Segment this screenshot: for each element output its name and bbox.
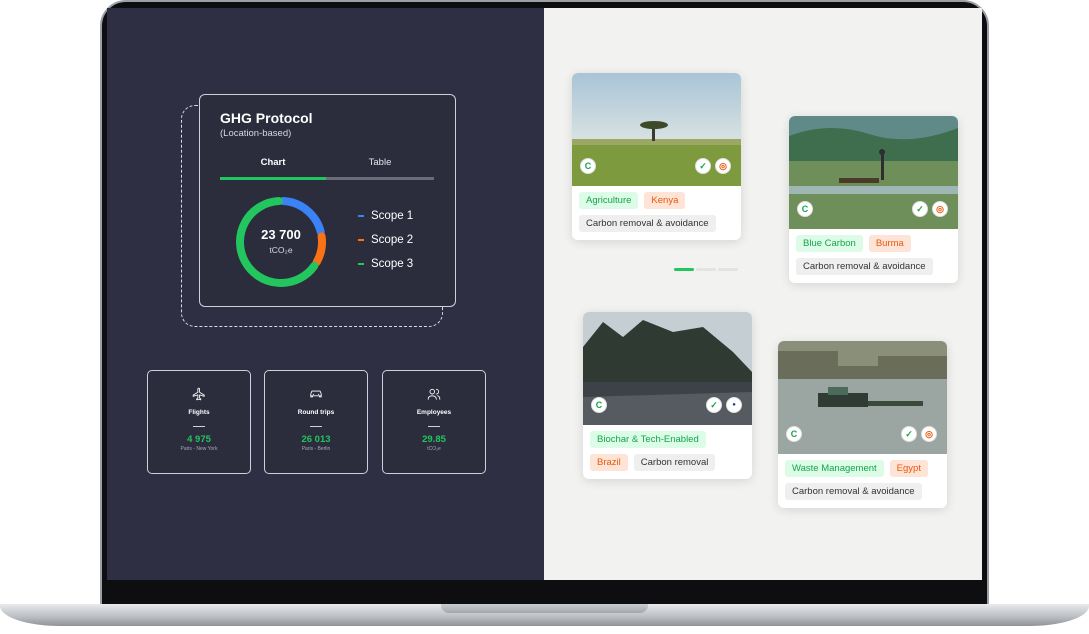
tab-chart[interactable]: Chart (220, 157, 326, 168)
stat-card-employees: Employees 29.85 tCO₂e (382, 370, 486, 474)
stat-label: Round trips (297, 409, 335, 416)
tab-indicator-active (220, 177, 326, 180)
type-tag: Carbon removal & avoidance (785, 483, 922, 500)
category-tag: Biochar & Tech-Enabled (590, 431, 706, 448)
stat-subtext: Paris - New York (180, 446, 218, 452)
carousel-dot[interactable] (718, 268, 738, 271)
tag-row: Agriculture Kenya (579, 192, 734, 209)
verified-check-icon: ✓ (706, 397, 722, 413)
project-tags: Biochar & Tech-Enabled Brazil Carbon rem… (583, 425, 752, 479)
category-tag: Blue Carbon (796, 235, 863, 252)
ghg-subtitle: (Location-based) (220, 128, 292, 139)
carbon-logo-icon: C (580, 158, 596, 174)
stat-card-round-trips: Round trips 26 013 Paris - Berlin (264, 370, 368, 474)
stat-value: 29.85 (422, 434, 446, 445)
donut-slice-scope-3 (236, 197, 319, 287)
carbon-logo-icon: C (797, 201, 813, 217)
legend-label: Scope 1 (371, 210, 414, 222)
stat-subtext: tCO₂e (427, 446, 441, 452)
legend-scope-2: Scope 2 (358, 234, 413, 246)
donut-total-unit: tCO₂e (269, 245, 293, 255)
users-icon (427, 388, 441, 400)
legend-marker-scope-1 (358, 215, 364, 217)
tag-row: Carbon removal & avoidance (579, 215, 734, 232)
tag-row: Waste Management Egypt (785, 460, 940, 477)
carousel-pagination (674, 268, 738, 271)
project-card[interactable]: C ✓ ◎ Blue Carbon Burma Carbon removal &… (789, 116, 958, 283)
type-tag: Carbon removal & avoidance (796, 258, 933, 275)
tab-table[interactable]: Table (326, 157, 434, 168)
stat-divider (310, 426, 322, 427)
stat-divider (428, 426, 440, 427)
verified-check-icon: ✓ (901, 426, 917, 442)
stat-value: 4 975 (187, 434, 211, 445)
laptop-notch (441, 604, 648, 613)
project-card[interactable]: C ✓ ◎ Waste Management Egypt Carbon remo… (778, 341, 947, 508)
stat-label: Employees (416, 409, 452, 416)
laptop-screen: GHG Protocol (Location-based) Chart Tabl… (107, 8, 982, 580)
tab-indicator (220, 177, 434, 180)
sdg-wheel-icon: ◎ (932, 201, 948, 217)
stat-label: Flights (188, 409, 210, 416)
laptop-mockup: GHG Protocol (Location-based) Chart Tabl… (0, 0, 1089, 634)
tag-row: Carbon removal & avoidance (785, 483, 940, 500)
tag-row: Brazil Carbon removal (590, 454, 745, 471)
country-tag: Kenya (644, 192, 686, 209)
car-icon (310, 390, 322, 398)
legend-label: Scope 3 (371, 258, 414, 270)
project-card[interactable]: C ✓ ◎ Agriculture Kenya Carbon removal &… (572, 73, 741, 240)
ghg-title: GHG Protocol (220, 110, 313, 126)
airplane-icon (192, 387, 205, 401)
sdg-wheel-icon: ◎ (715, 158, 731, 174)
project-image-river: C ✓ ◎ (778, 341, 947, 454)
legend-label: Scope 2 (371, 234, 414, 246)
legend-scope-1: Scope 1 (358, 210, 413, 222)
verified-check-icon: ✓ (695, 158, 711, 174)
project-image-lake: C ✓ ◎ (789, 116, 958, 229)
dashboard-panel: GHG Protocol (Location-based) Chart Tabl… (107, 8, 544, 580)
project-card[interactable]: C ✓ ● Biochar & Tech-Enabled Brazil Carb… (583, 312, 752, 479)
donut-total-value: 23 700 (261, 227, 301, 242)
ghg-card: GHG Protocol (Location-based) Chart Tabl… (199, 94, 456, 307)
verified-check-icon: ✓ (912, 201, 928, 217)
category-tag: Waste Management (785, 460, 884, 477)
tag-row: Blue Carbon Burma (796, 235, 951, 252)
ghg-donut-chart (236, 197, 326, 287)
type-tag: Carbon removal (633, 454, 716, 471)
carbon-logo-icon: C (591, 397, 607, 413)
sdg-wheel-icon: ◎ (921, 426, 937, 442)
stat-subtext: Paris - Berlin (301, 446, 331, 452)
country-tag: Egypt (889, 460, 928, 477)
project-tags: Waste Management Egypt Carbon removal & … (778, 454, 947, 508)
stat-card-flights: Flights 4 975 Paris - New York (147, 370, 251, 474)
stat-divider (193, 426, 205, 427)
project-tags: Agriculture Kenya Carbon removal & avoid… (572, 186, 741, 240)
project-tags: Blue Carbon Burma Carbon removal & avoid… (789, 229, 958, 283)
legend-marker-scope-3 (358, 263, 364, 265)
category-tag: Agriculture (579, 192, 639, 209)
legend-scope-3: Scope 3 (358, 258, 413, 270)
legend-marker-scope-2 (358, 239, 364, 241)
project-image-savanna: C ✓ ◎ (572, 73, 741, 186)
tag-row: Carbon removal & avoidance (796, 258, 951, 275)
tag-row: Biochar & Tech-Enabled (590, 431, 745, 448)
puro-earth-icon: ● (726, 397, 742, 413)
carbon-logo-icon: C (786, 426, 802, 442)
country-tag: Brazil (590, 454, 628, 471)
country-tag: Burma (868, 235, 911, 252)
project-image-basalt: C ✓ ● (583, 312, 752, 425)
type-tag: Carbon removal & avoidance (579, 215, 716, 232)
carousel-dot[interactable] (696, 268, 716, 271)
carousel-dot[interactable] (674, 268, 694, 271)
stat-value: 26 013 (301, 434, 331, 445)
